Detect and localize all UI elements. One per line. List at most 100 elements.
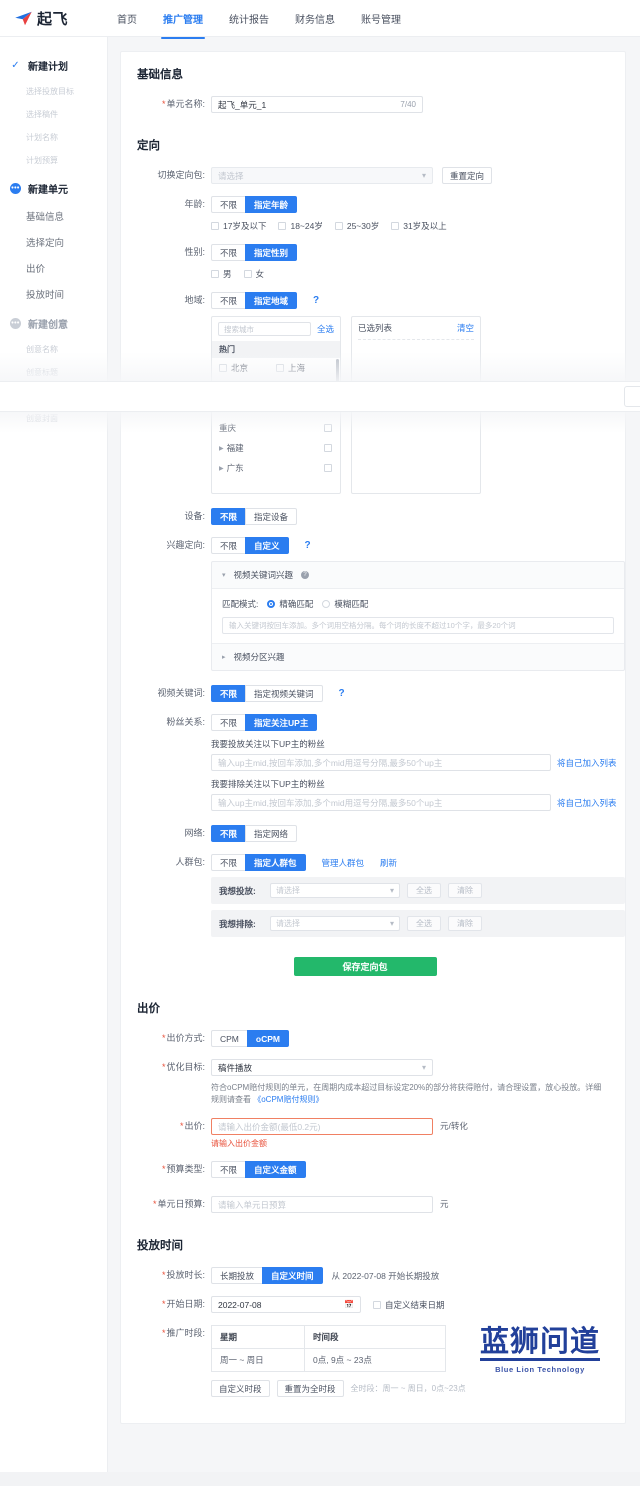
region-option-specify[interactable]: 指定地域 [245,292,297,309]
fans-exclude-input[interactable]: 输入up主mid,按回车添加,多个mid用逗号分隔,最多50个up主 [211,794,551,811]
crowd-option-specify[interactable]: 指定人群包 [245,854,306,871]
match-mode-exact[interactable]: 精确匹配 [267,598,313,610]
sidebar-item-new-creative[interactable]: ••• 新建创意 [0,309,107,338]
brand-logo[interactable]: 起飞 [0,8,110,29]
top-navigation-bar: 起飞 首页 推广管理 统计报告 财务信息 账号管理 [0,0,640,37]
region-list-item-fujian[interactable]: ▶福建 [212,438,340,458]
age-checkbox-18-24[interactable]: 18~24岁 [278,220,322,232]
fans-option-unlimited[interactable]: 不限 [211,714,246,731]
interest-keyword-input[interactable]: 输入关键词按回车添加。多个词用空格分隔。每个词的长度不超过10个字，最多20个词 [222,617,614,634]
unit-name-input[interactable]: 起飞_单元_1 7/40 [211,96,423,113]
ocpm-rule-link[interactable]: 《oCPM赔付规则》 [253,1095,323,1104]
radio-icon [322,600,330,608]
sidebar-item-basic-info[interactable]: 基础信息 [0,203,107,229]
gender-checkbox-female[interactable]: 女 [244,268,265,280]
daily-budget-input[interactable]: 请输入单元日预算 [211,1196,433,1213]
sidebar-item-select-goal[interactable]: 选择投放目标 [0,80,107,103]
caret-right-icon[interactable]: ▶ [219,445,224,452]
age-option-unlimited[interactable]: 不限 [211,196,246,213]
budget-type-option-unlimited[interactable]: 不限 [211,1161,246,1178]
age-option-specify[interactable]: 指定年龄 [245,196,297,213]
gender-checkbox-male[interactable]: 男 [211,268,232,280]
sidebar-item-plan-budget[interactable]: 计划预算 [0,149,107,172]
interest-help-icon[interactable]: ? [305,537,311,554]
region-option-unlimited[interactable]: 不限 [211,292,246,309]
age-checkbox-25-30[interactable]: 25~30岁 [335,220,379,232]
region-help-icon[interactable]: ? [313,292,319,309]
question-icon[interactable]: ? [301,571,309,579]
reset-timeslot-button[interactable]: 重置为全时段 [277,1380,344,1397]
crowd-include-select-all-button[interactable]: 全选 [407,883,441,898]
age-checkbox-31-over[interactable]: 31岁及以上 [391,220,446,232]
video-keyword-option-unlimited[interactable]: 不限 [211,685,246,702]
sidebar-item-select-creative-file[interactable]: 选择稿件 [0,103,107,126]
interest-panel-header-keyword[interactable]: ▾ 视频关键词兴趣 ? [212,562,624,588]
match-mode-fuzzy[interactable]: 模糊匹配 [322,598,368,610]
sidebar-item-select-targeting[interactable]: 选择定向 [0,229,107,255]
chevron-down-icon: ▾ [390,919,394,928]
custom-end-date-checkbox[interactable]: 自定义结束日期 [373,1299,445,1311]
bid-method-option-ocpm[interactable]: oCPM [247,1030,289,1047]
bid-price-error: 请输入出价金额 [211,1138,625,1149]
reset-targeting-button[interactable]: 重置定向 [442,167,492,184]
crowd-include-clear-button[interactable]: 清除 [448,883,482,898]
age-checkbox-17-under[interactable]: 17岁及以下 [211,220,266,232]
section-title-basic: 基础信息 [121,66,625,82]
device-option-unlimited[interactable]: 不限 [211,508,246,525]
sidebar-group-unit: ••• 新建单元 基础信息 选择定向 出价 投放时间 [0,174,107,307]
interest-option-unlimited[interactable]: 不限 [211,537,246,554]
crowd-exclude-clear-button[interactable]: 清除 [448,916,482,931]
sidebar-item-creative-name[interactable]: 创意名称 [0,338,107,361]
region-clear-link[interactable]: 清空 [457,322,474,334]
region-checkbox-beijing[interactable]: 北京 [219,362,276,374]
caret-right-icon[interactable]: ▶ [219,465,224,472]
label-device: 设备: [137,508,211,525]
fans-include-add-self-link[interactable]: 将自己加入列表 [557,757,617,769]
region-select-all-link[interactable]: 全选 [317,323,334,335]
nav-item-finance[interactable]: 财务信息 [295,1,335,36]
start-date-input[interactable]: 2022-07-08 📅 [211,1296,361,1313]
bid-method-option-cpm[interactable]: CPM [211,1030,248,1047]
sidebar-item-delivery-time[interactable]: 投放时间 [0,281,107,307]
network-option-unlimited[interactable]: 不限 [211,825,246,842]
sidebar-item-new-plan[interactable]: ✓ 新建计划 [0,51,107,80]
crowd-exclude-select[interactable]: 请选择▾ [270,916,400,931]
custom-timeslot-button[interactable]: 自定义时段 [211,1380,270,1397]
refresh-crowd-pack-link[interactable]: 刷新 [380,857,397,869]
gender-option-unlimited[interactable]: 不限 [211,244,246,261]
gender-option-specify[interactable]: 指定性别 [245,244,297,261]
crowd-include-select[interactable]: 请选择▾ [270,883,400,898]
fans-include-input[interactable]: 输入up主mid,按回车添加,多个mid用逗号分隔,最多50个up主 [211,754,551,771]
nav-item-account[interactable]: 账号管理 [361,1,401,36]
region-list-item-guangdong[interactable]: ▶广东 [212,458,340,478]
interest-panel-header-zone[interactable]: ▸ 视频分区兴趣 [212,644,624,670]
video-keyword-option-specify[interactable]: 指定视频关键词 [245,685,323,702]
interest-option-custom[interactable]: 自定义 [245,537,289,554]
calendar-icon[interactable]: 📅 [344,1300,354,1309]
nav-item-reports[interactable]: 统计报告 [229,1,269,36]
bid-price-input[interactable]: 请输入出价金额(最低0.2元) [211,1118,433,1135]
budget-type-option-custom[interactable]: 自定义金额 [245,1161,306,1178]
network-option-specify[interactable]: 指定网络 [245,825,297,842]
sidebar-item-plan-name[interactable]: 计划名称 [0,126,107,149]
crowd-exclude-select-all-button[interactable]: 全选 [407,916,441,931]
nav-item-home[interactable]: 首页 [117,1,137,36]
save-targeting-pack-button[interactable]: 保存定向包 [294,957,437,976]
duration-option-long-term[interactable]: 长期投放 [211,1267,263,1284]
crowd-option-unlimited[interactable]: 不限 [211,854,246,871]
video-keyword-help-icon[interactable]: ? [339,685,345,702]
nav-item-promotion[interactable]: 推广管理 [163,1,203,36]
optimize-goal-select[interactable]: 稿件播放 ▾ [211,1059,433,1076]
region-list-item-chongqing[interactable]: 重庆 [212,418,340,438]
fans-option-specify-up[interactable]: 指定关注UP主 [245,714,317,731]
region-checkbox-shanghai[interactable]: 上海 [276,362,333,374]
switch-pack-select[interactable]: 请选择 ▾ [211,167,433,184]
checkbox-icon [276,364,284,372]
device-option-specify[interactable]: 指定设备 [245,508,297,525]
duration-option-custom[interactable]: 自定义时间 [262,1267,323,1284]
region-search-input[interactable]: 搜索城市 [218,322,311,336]
fans-exclude-add-self-link[interactable]: 将自己加入列表 [557,797,617,809]
sidebar-item-bid[interactable]: 出价 [0,255,107,281]
sidebar-item-new-unit[interactable]: ••• 新建单元 [0,174,107,203]
manage-crowd-pack-link[interactable]: 管理人群包 [322,857,365,869]
